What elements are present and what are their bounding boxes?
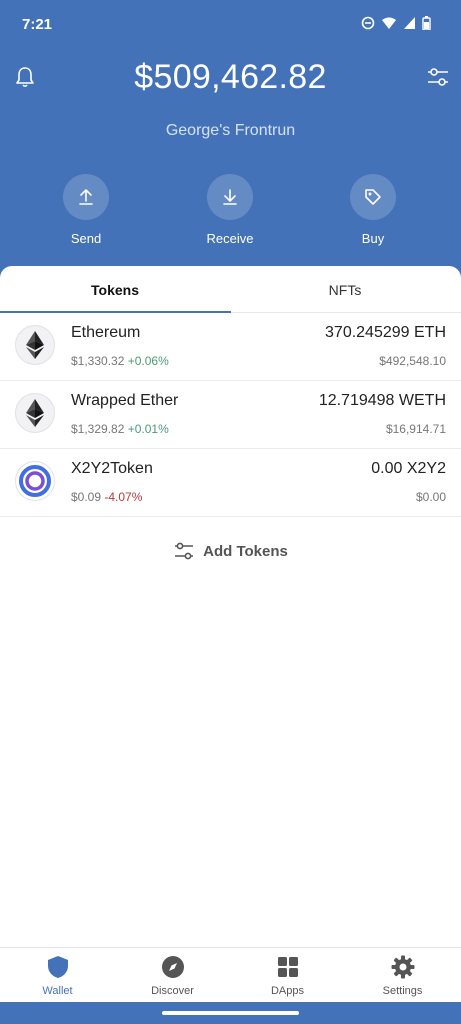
ethereum-icon [15, 393, 55, 433]
grid-icon [277, 957, 298, 977]
shield-icon [47, 956, 68, 978]
buy-label: Buy [361, 231, 385, 246]
token-name: Ethereum [71, 324, 141, 341]
token-amount: 12.719498 WETH [318, 392, 446, 409]
bottom-nav: Wallet Discover DApps Settings [0, 947, 461, 1002]
token-price: $1,329.82 +0.01% [71, 422, 169, 436]
header: 7:21 $509,462.82 George's Frontrun Send [0, 0, 461, 290]
token-change: +0.01% [127, 422, 169, 436]
receive-button[interactable]: Receive [185, 174, 275, 246]
token-price: $0.09 -4.07% [71, 490, 142, 504]
token-row-ethereum[interactable]: Ethereum $1,330.32 +0.06% 370.245299 ETH… [0, 313, 461, 381]
signal-icon [404, 17, 415, 29]
nav-wallet-label: Wallet [42, 985, 73, 997]
token-sheet: Tokens NFTs Ethereum $1,330.32 +0.06% 37… [0, 266, 461, 947]
tab-tokens[interactable]: Tokens [0, 266, 230, 313]
token-amount: 0.00 X2Y2 [371, 460, 446, 477]
token-name: Wrapped Ether [71, 392, 179, 409]
status-time: 7:21 [22, 16, 53, 33]
nav-settings-label: Settings [382, 985, 423, 997]
token-price-value: $1,329.82 [71, 422, 125, 436]
token-row-wrapped-ether[interactable]: Wrapped Ether $1,329.82 +0.01% 12.719498… [0, 381, 461, 449]
download-arrow-icon [223, 189, 237, 205]
status-bar: 7:21 [0, 0, 461, 52]
total-balance: $509,462.82 [134, 58, 327, 96]
token-price-value: $0.09 [71, 490, 102, 504]
token-change: +0.06% [127, 354, 169, 368]
add-tokens-label: Add Tokens [203, 542, 288, 560]
buy-button[interactable]: Buy [328, 174, 418, 246]
wifi-icon [382, 17, 396, 29]
gear-icon [391, 955, 414, 979]
token-fiat-value: $16,914.71 [385, 422, 446, 436]
sliders-icon [175, 542, 194, 560]
add-tokens-button[interactable]: Add Tokens [0, 538, 461, 564]
compass-icon [161, 956, 184, 978]
token-row-x2y2[interactable]: X2Y2Token $0.09 -4.07% 0.00 X2Y2 $0.00 [0, 449, 461, 517]
tab-nfts[interactable]: NFTs [230, 266, 460, 313]
send-label: Send [70, 231, 102, 246]
filter-sliders-icon[interactable] [425, 64, 451, 90]
wallet-name[interactable]: George's Frontrun [0, 122, 461, 140]
nav-settings[interactable]: Settings [345, 954, 460, 997]
x2y2-ring-icon [15, 461, 55, 501]
token-fiat-value: $492,548.10 [379, 354, 446, 368]
send-circle[interactable] [63, 174, 109, 220]
send-button[interactable]: Send [41, 174, 131, 246]
ethereum-icon [15, 325, 55, 365]
home-indicator[interactable] [162, 1011, 299, 1015]
nav-dapps-label: DApps [270, 985, 305, 997]
token-change: -4.07% [104, 490, 143, 504]
status-icons [361, 16, 431, 30]
nav-dapps[interactable]: DApps [230, 954, 345, 997]
nav-wallet[interactable]: Wallet [0, 954, 115, 997]
receive-label: Receive [206, 231, 254, 246]
token-price-value: $1,330.32 [71, 354, 125, 368]
do-not-disturb-icon [361, 16, 375, 30]
nav-discover-label: Discover [151, 985, 194, 997]
token-amount: 370.245299 ETH [325, 324, 446, 341]
battery-icon [422, 16, 431, 30]
token-name: X2Y2Token [71, 460, 153, 477]
token-price: $1,330.32 +0.06% [71, 354, 169, 368]
buy-circle[interactable] [350, 174, 396, 220]
token-fiat-value: $0.00 [415, 490, 446, 504]
upload-arrow-icon [79, 189, 93, 205]
tab-bar: Tokens NFTs [0, 266, 461, 313]
receive-circle[interactable] [207, 174, 253, 220]
nav-discover[interactable]: Discover [115, 954, 230, 997]
tag-icon [365, 189, 381, 205]
